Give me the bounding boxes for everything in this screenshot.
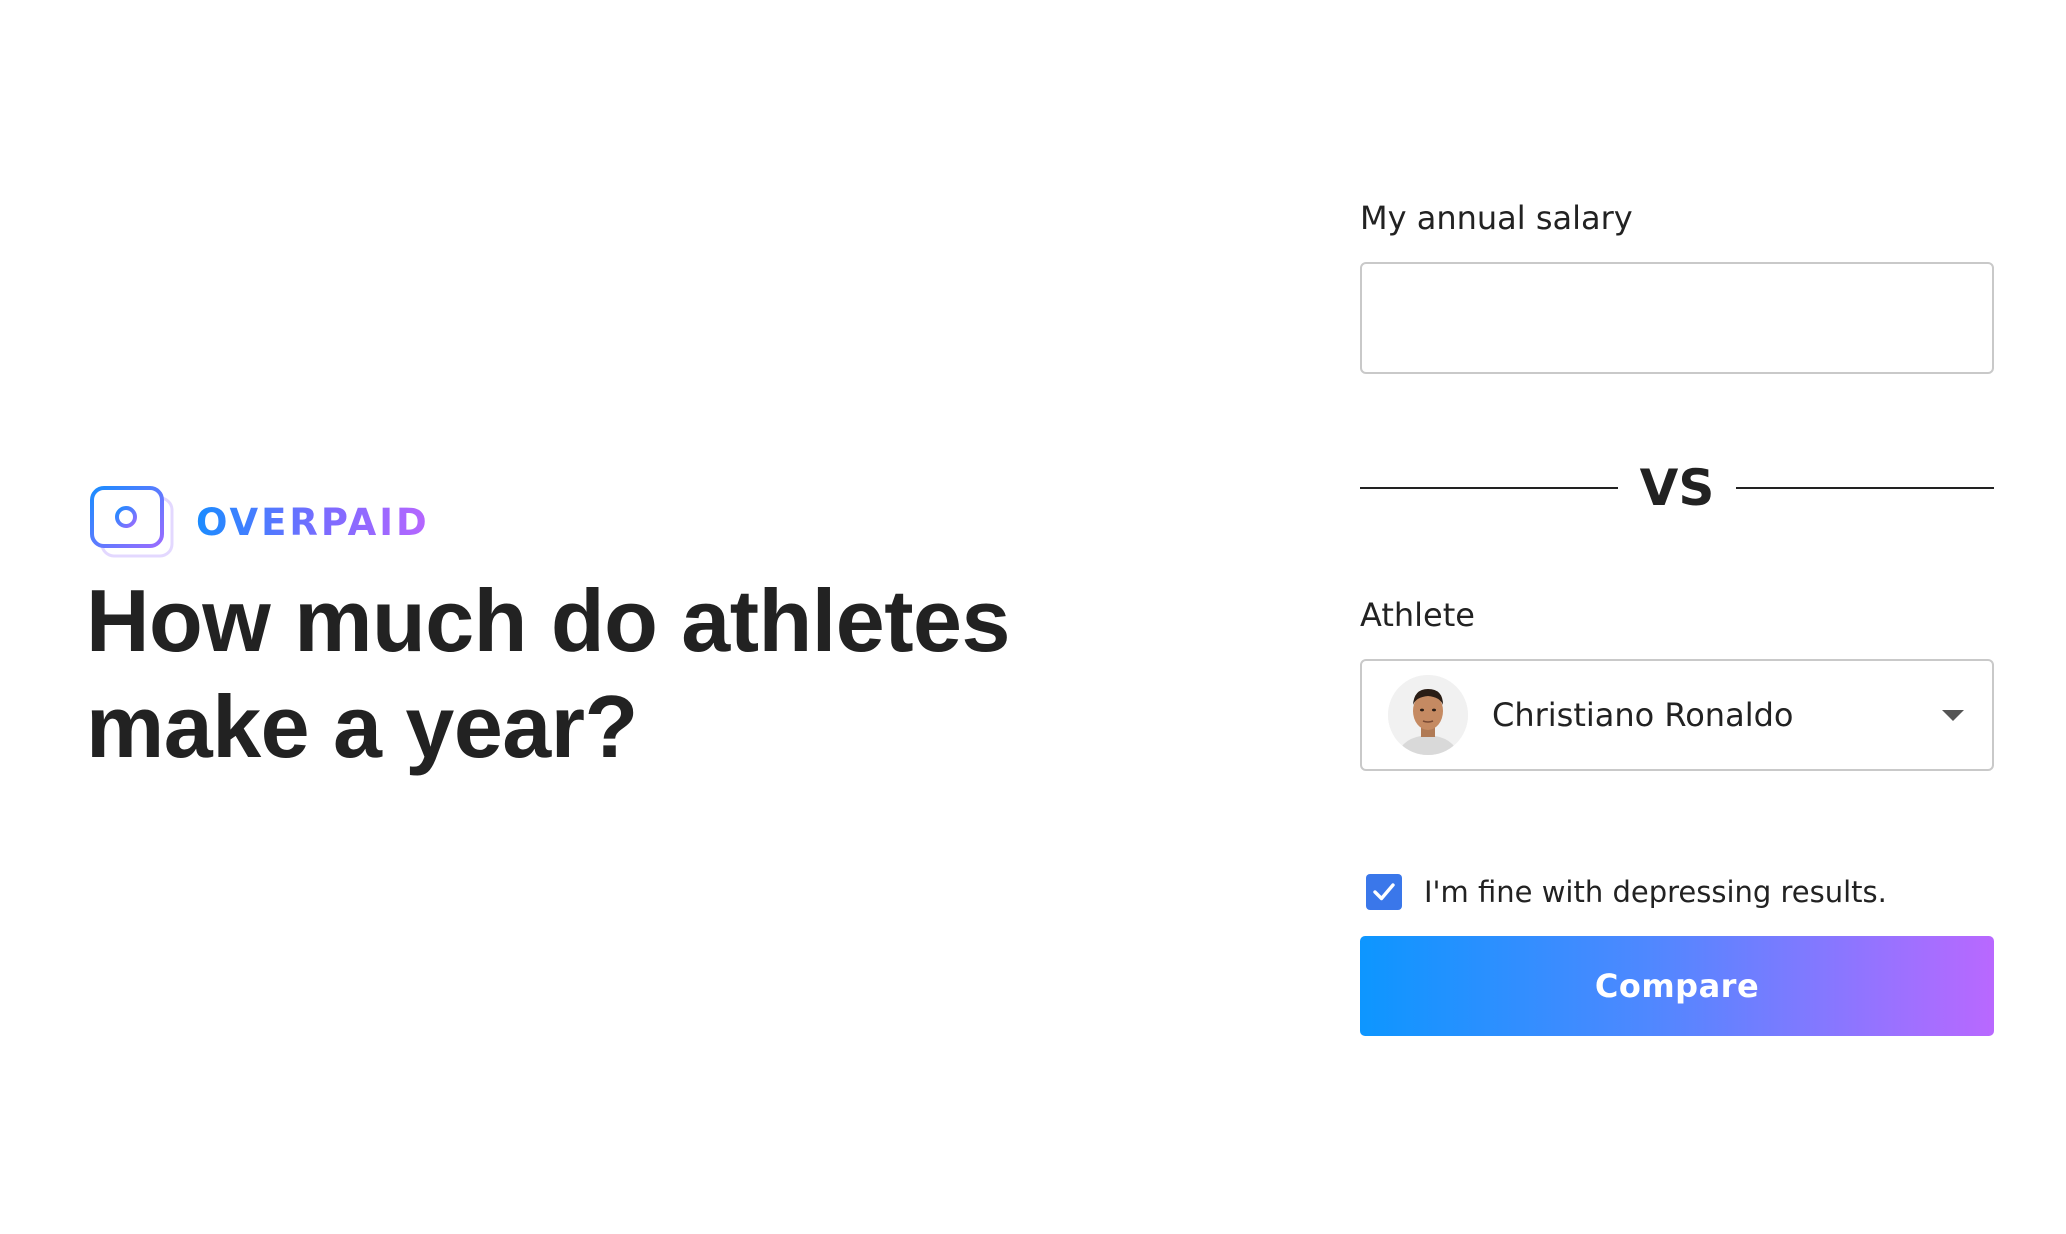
athlete-select[interactable]: Christiano Ronaldo (1360, 659, 1994, 771)
agree-checkbox-row[interactable]: I'm fine with depressing results. (1366, 874, 1887, 910)
vs-divider-line-right (1736, 487, 1994, 489)
checkmark-icon (1373, 883, 1395, 901)
caret-down-icon (1942, 709, 1964, 721)
vs-label: VS (1639, 459, 1715, 517)
salary-input[interactable] (1360, 262, 1994, 374)
page-title: How much do athletes make a year? (86, 571, 1010, 776)
athlete-avatar (1388, 675, 1468, 755)
agree-label: I'm fine with depressing results. (1424, 875, 1887, 909)
salary-label: My annual salary (1360, 199, 1633, 237)
vs-divider-line-left (1360, 487, 1618, 489)
page: OVERPAID How much do athletes make a yea… (0, 0, 2066, 1234)
brand[interactable]: OVERPAID (88, 484, 430, 560)
brand-name: OVERPAID (196, 500, 430, 544)
compare-button[interactable]: Compare (1360, 936, 1994, 1036)
vs-divider: VS (1360, 458, 1994, 518)
agree-checkbox[interactable] (1366, 874, 1402, 910)
athlete-label: Athlete (1360, 596, 1475, 634)
overpaid-logo-icon (90, 486, 174, 558)
athlete-selected-value: Christiano Ronaldo (1492, 696, 1794, 734)
